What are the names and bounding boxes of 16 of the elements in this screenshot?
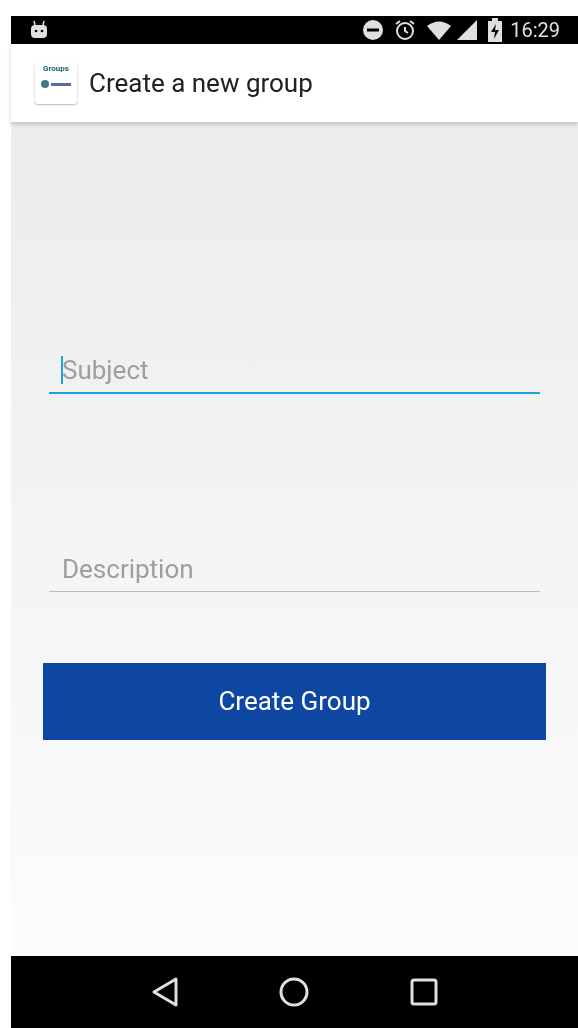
text-cursor (61, 356, 63, 384)
create-group-button[interactable]: Create Group (43, 663, 546, 740)
text-field[interactable]: Subject (49, 348, 540, 394)
recent-apps-icon[interactable] (410, 978, 439, 1006)
status-time: 16:29 (510, 17, 560, 44)
signal-icon (456, 19, 479, 41)
home-icon[interactable] (278, 976, 311, 1008)
android-icon (29, 20, 49, 40)
alarm-icon (394, 19, 417, 41)
logo-drawing (39, 77, 73, 91)
back-icon[interactable] (150, 977, 179, 1007)
do-not-disturb-icon (362, 19, 385, 41)
logo-text: Groups (43, 65, 69, 73)
screen-title: Create a new group (89, 66, 313, 100)
wifi-icon (426, 20, 453, 40)
text-field[interactable]: Description (49, 546, 540, 592)
